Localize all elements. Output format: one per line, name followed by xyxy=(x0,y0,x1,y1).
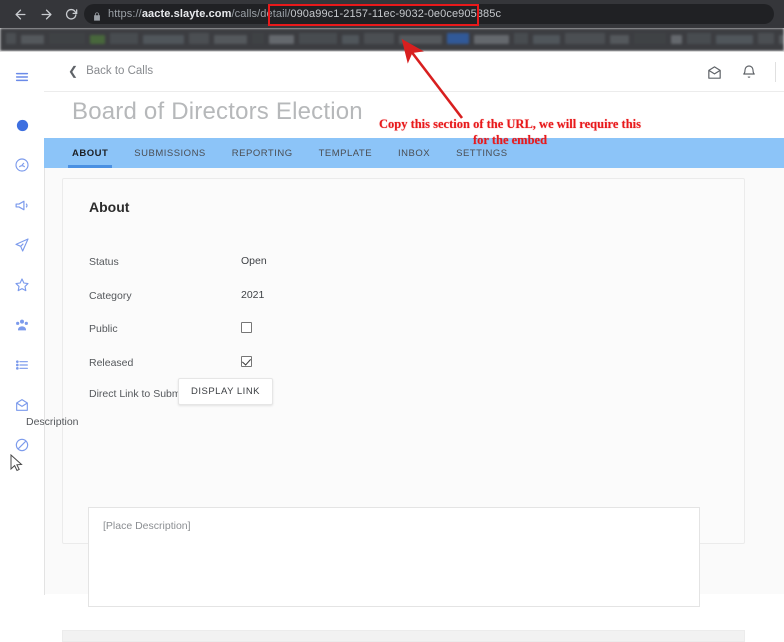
bookmark-item[interactable] xyxy=(565,33,605,44)
bell-icon[interactable] xyxy=(741,64,757,80)
browser-chrome: https://aacte.slayte.com/calls/detail/09… xyxy=(0,0,784,28)
app-topbar: ❮ Back to Calls xyxy=(44,52,784,92)
bookmark-item[interactable] xyxy=(399,35,442,44)
tab-about[interactable]: ABOUT xyxy=(67,138,113,168)
url-uuid: 090a99c1-2157-11ec-9032-0e0ce905385c xyxy=(290,8,502,20)
back-to-calls-button[interactable]: ❮ Back to Calls xyxy=(68,64,153,78)
bookmark-item[interactable] xyxy=(342,35,359,44)
mouse-cursor-icon xyxy=(10,453,24,472)
back-to-calls-label: Back to Calls xyxy=(86,65,154,77)
bookmark-item[interactable] xyxy=(474,35,509,44)
bookmark-item[interactable] xyxy=(533,35,560,44)
envelope-icon[interactable] xyxy=(706,64,723,81)
bookmark-item[interactable] xyxy=(758,33,774,44)
megaphone-icon[interactable] xyxy=(0,188,44,222)
bookmark-item[interactable] xyxy=(447,33,469,44)
bookmark-item[interactable] xyxy=(110,33,138,44)
field-label-released: Released xyxy=(89,357,134,369)
hamburger-menu-icon[interactable] xyxy=(0,60,44,94)
url-text: https://aacte.slayte.com/calls/detail/09… xyxy=(108,8,501,20)
card-bottom-strip xyxy=(62,630,745,642)
back-arrow-icon[interactable] xyxy=(8,2,32,26)
title-strip: Board of Directors Election xyxy=(44,92,784,138)
reload-icon[interactable] xyxy=(60,2,84,26)
bookmarks-bar[interactable] xyxy=(0,28,784,51)
about-heading: About xyxy=(89,199,130,215)
list-icon[interactable] xyxy=(0,348,44,382)
field-label-category: Category xyxy=(89,290,132,302)
bookmark-item[interactable] xyxy=(687,33,711,44)
bookmark-item[interactable] xyxy=(364,33,394,44)
field-label-status: Status xyxy=(89,256,119,268)
left-sidebar xyxy=(0,52,45,595)
star-icon[interactable] xyxy=(0,268,44,302)
bookmark-item[interactable] xyxy=(189,33,209,44)
tab-template[interactable]: TEMPLATE xyxy=(319,138,372,168)
bookmark-item[interactable] xyxy=(6,33,16,44)
field-label-public: Public xyxy=(89,323,118,335)
url-path: /calls/detail/ xyxy=(231,8,291,20)
gauge-icon[interactable] xyxy=(0,148,44,182)
bookmark-item[interactable] xyxy=(514,33,528,44)
bookmark-item[interactable] xyxy=(299,33,337,44)
circle-icon[interactable] xyxy=(0,108,44,142)
tab-bar: ABOUT SUBMISSIONS REPORTING TEMPLATE INB… xyxy=(44,138,784,168)
forward-arrow-icon[interactable] xyxy=(34,2,58,26)
tab-inbox[interactable]: INBOX xyxy=(398,138,430,168)
tab-settings[interactable]: SETTINGS xyxy=(456,138,508,168)
topbar-divider xyxy=(775,62,776,82)
bookmark-item[interactable] xyxy=(49,33,85,44)
bookmark-item[interactable] xyxy=(671,35,682,44)
description-placeholder: [Place Description] xyxy=(103,520,191,532)
tab-reporting[interactable]: REPORTING xyxy=(232,138,293,168)
topbar-actions xyxy=(706,52,776,92)
url-scheme: https:// xyxy=(108,8,142,20)
browser-nav-buttons xyxy=(0,0,84,28)
public-checkbox[interactable] xyxy=(241,322,252,333)
bookmark-item[interactable] xyxy=(252,33,264,44)
url-host: aacte.slayte.com xyxy=(141,8,232,20)
bookmark-item[interactable] xyxy=(143,35,184,44)
field-value-category: 2021 xyxy=(241,289,265,301)
tab-submissions[interactable]: SUBMISSIONS xyxy=(134,138,206,168)
tab-list: ABOUT SUBMISSIONS REPORTING TEMPLATE INB… xyxy=(67,138,508,168)
released-checkbox[interactable] xyxy=(241,356,252,367)
page-title: Board of Directors Election xyxy=(72,98,363,125)
field-value-status: Open xyxy=(241,255,267,267)
bookmark-item[interactable] xyxy=(90,35,105,44)
bookmark-item[interactable] xyxy=(634,33,666,44)
bookmark-item[interactable] xyxy=(21,35,44,44)
address-bar[interactable]: https://aacte.slayte.com/calls/detail/09… xyxy=(84,4,774,24)
field-category: Category 2021 xyxy=(89,289,709,303)
chevron-left-icon: ❮ xyxy=(68,64,79,78)
lock-icon xyxy=(92,9,102,21)
description-label: Description xyxy=(26,416,79,428)
app-shell: ❮ Back to Calls Board of Directors Elect… xyxy=(0,51,784,642)
field-released: Released xyxy=(89,356,709,370)
bookmark-item[interactable] xyxy=(214,35,247,44)
bookmark-item[interactable] xyxy=(269,35,294,44)
about-card: About Status Open Category 2021 Public R… xyxy=(62,178,745,544)
paper-plane-icon[interactable] xyxy=(0,228,44,262)
bookmark-item[interactable] xyxy=(779,35,784,44)
display-link-button[interactable]: DISPLAY LINK xyxy=(178,378,274,405)
field-status: Status Open xyxy=(89,255,709,269)
description-textarea[interactable]: [Place Description] xyxy=(88,507,700,607)
field-public: Public xyxy=(89,322,709,336)
bookmark-item[interactable] xyxy=(716,35,753,44)
bookmark-item[interactable] xyxy=(610,35,629,44)
people-icon[interactable] xyxy=(0,308,44,342)
